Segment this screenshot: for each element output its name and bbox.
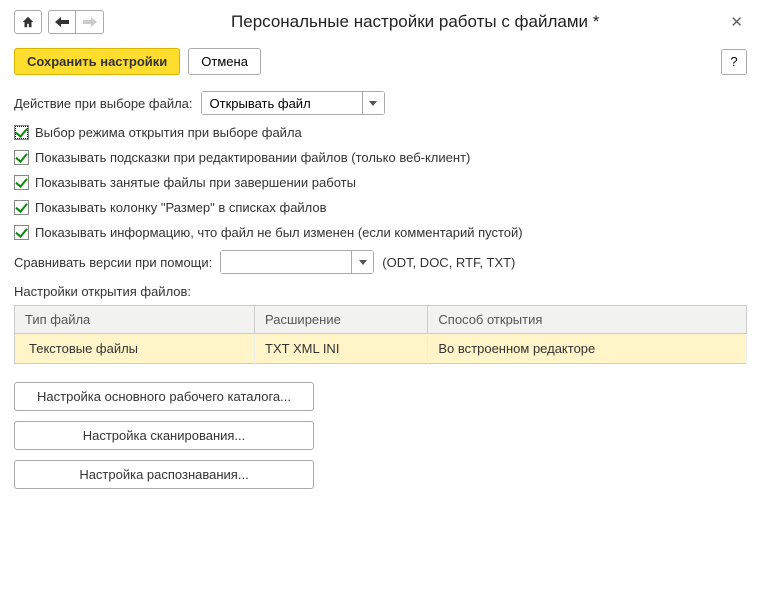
table-cell: TXT XML INI: [255, 334, 428, 364]
checkbox-3[interactable]: [14, 200, 29, 215]
checkbox-label-3: Показывать колонку "Размер" в списках фа…: [35, 200, 327, 215]
action-on-select-label: Действие при выборе файла:: [14, 96, 193, 111]
wide-button-1[interactable]: Настройка сканирования...: [14, 421, 314, 450]
table-header-1: Расширение: [255, 306, 428, 334]
back-button[interactable]: [48, 10, 76, 34]
checkbox-label-1: Показывать подсказки при редактировании …: [35, 150, 470, 165]
checkbox-label-0: Выбор режима открытия при выборе файла: [35, 125, 302, 140]
checkbox-0[interactable]: [14, 125, 29, 140]
checkbox-1[interactable]: [14, 150, 29, 165]
action-on-select-dropdown[interactable]: [201, 91, 385, 115]
window-title: Персональные настройки работы с файлами …: [104, 12, 726, 32]
table-row[interactable]: Текстовые файлыTXT XML INIВо встроенном …: [15, 334, 747, 364]
checkbox-label-4: Показывать информацию, что файл не был и…: [35, 225, 523, 240]
compare-input[interactable]: [221, 251, 351, 273]
checkbox-label-2: Показывать занятые файлы при завершении …: [35, 175, 356, 190]
chevron-down-icon[interactable]: [351, 251, 373, 273]
compare-hint: (ODT, DOC, RTF, TXT): [382, 255, 515, 270]
file-open-settings-table: Тип файлаРасширениеСпособ открытия Текст…: [14, 305, 747, 364]
checkbox-2[interactable]: [14, 175, 29, 190]
save-button[interactable]: Сохранить настройки: [14, 48, 180, 75]
wide-button-0[interactable]: Настройка основного рабочего каталога...: [14, 382, 314, 411]
cancel-button[interactable]: Отмена: [188, 48, 261, 75]
action-on-select-input[interactable]: [202, 92, 362, 114]
forward-button: [76, 10, 104, 34]
home-button[interactable]: [14, 10, 42, 34]
table-header-0: Тип файла: [15, 306, 255, 334]
chevron-down-icon[interactable]: [362, 92, 384, 114]
table-header-2: Способ открытия: [428, 306, 747, 334]
wide-button-2[interactable]: Настройка распознавания...: [14, 460, 314, 489]
help-button[interactable]: ?: [721, 49, 747, 75]
table-cell: Текстовые файлы: [15, 334, 255, 364]
table-section-label: Настройки открытия файлов:: [14, 284, 747, 299]
checkbox-4[interactable]: [14, 225, 29, 240]
compare-dropdown[interactable]: [220, 250, 374, 274]
close-icon[interactable]: ✕: [726, 13, 747, 31]
compare-label: Сравнивать версии при помощи:: [14, 255, 212, 270]
table-cell: Во встроенном редакторе: [428, 334, 747, 364]
